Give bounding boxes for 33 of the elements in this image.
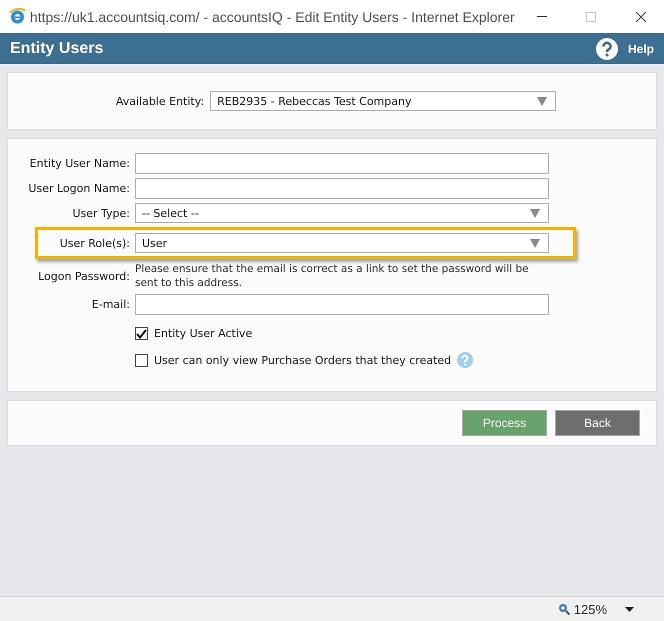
field-label: E-mail: <box>90 298 130 311</box>
browser-logo-icon <box>9 8 26 25</box>
input-field[interactable] <box>135 294 549 315</box>
password-note: Please ensure that the email is correct as a link to set the password will be sent to this address. <box>135 262 530 290</box>
field-label: Logon Password: <box>37 270 130 282</box>
field-label: User Logon Name: <box>27 182 130 195</box>
field-label: User Type: <box>71 206 130 220</box>
checkbox[interactable] <box>135 327 148 340</box>
dropdown-arrow-icon <box>537 96 548 106</box>
caret-icon[interactable] <box>625 606 634 612</box>
input-field[interactable] <box>135 178 549 199</box>
help-link[interactable]: Help <box>628 42 654 56</box>
zoom-level[interactable]: 125% <box>574 602 607 616</box>
field-label: Entity User Name: <box>28 157 130 170</box>
dropdown[interactable]: -- Select -- <box>135 203 549 223</box>
field-label: Available Entity: <box>116 94 204 108</box>
back-button[interactable]: Back <box>555 410 640 436</box>
zoom-icon[interactable] <box>558 603 570 615</box>
window-title: https://uk1.accountsiq.com/ - accountsIQ - Edit Entity Users - Internet Explorer <box>30 8 515 24</box>
dropdown-arrow-icon <box>530 208 540 218</box>
minimize-icon[interactable] <box>536 16 547 17</box>
entity-dropdown[interactable]: REB2935 - Rebeccas Test Company <box>210 91 556 111</box>
check-icon <box>136 328 147 338</box>
close-icon[interactable] <box>636 12 646 22</box>
checkbox-label: User can only view Purchase Orders that they created <box>154 354 452 366</box>
help-icon[interactable] <box>596 38 618 60</box>
input-field[interactable] <box>135 153 549 174</box>
checkbox-label: Entity User Active <box>154 327 252 340</box>
checkbox[interactable] <box>135 354 148 366</box>
page-title: Entity Users <box>10 40 104 58</box>
field-label: User Role(s): <box>58 236 130 250</box>
dropdown-arrow-icon <box>530 238 540 248</box>
dropdown[interactable]: User <box>135 233 549 253</box>
